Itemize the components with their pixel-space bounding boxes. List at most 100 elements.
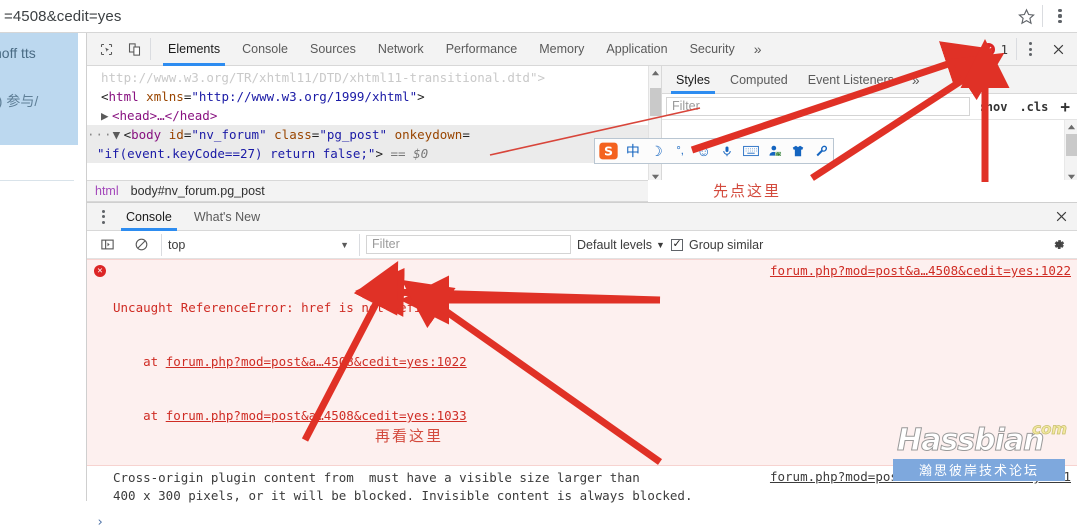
- tab-sources[interactable]: Sources: [299, 33, 367, 66]
- dom-attr-xmlns-value: "http://www.w3.org/1999/xhtml": [191, 89, 418, 104]
- user-center-icon[interactable]: 15: [763, 139, 786, 163]
- console-sidebar-icon[interactable]: [93, 231, 121, 259]
- tab-performance[interactable]: Performance: [435, 33, 529, 66]
- error-circle-icon: ✕: [982, 42, 996, 56]
- address-bar[interactable]: =4508&cedit=yes: [0, 3, 1010, 29]
- group-similar-label: Group similar: [688, 237, 764, 252]
- underlying-page-strip: noff tts . ) 参与/: [0, 33, 86, 501]
- address-bar-text: =4508&cedit=yes: [4, 7, 122, 25]
- punctuation-icon[interactable]: °,: [669, 139, 692, 163]
- scroll-down-arrow-icon[interactable]: [651, 170, 660, 180]
- console-error-stack-line-1: at forum.php?mod=post&a…4508&cedit=yes:1…: [113, 353, 1077, 371]
- tab-computed-label: Computed: [730, 72, 788, 87]
- console-settings-gear-icon[interactable]: [1045, 237, 1071, 252]
- inspect-element-icon[interactable]: [92, 35, 120, 63]
- console-context-label: top: [168, 237, 186, 252]
- chinese-mode-icon[interactable]: 中: [622, 139, 645, 163]
- tab-network-label: Network: [377, 42, 424, 56]
- devtools-more-options-icon[interactable]: [1019, 35, 1041, 63]
- sogou-logo-icon[interactable]: S: [597, 140, 621, 162]
- voice-input-icon[interactable]: [716, 139, 739, 163]
- devtools-tab-list: Elements Console Sources Network Perform…: [157, 33, 770, 66]
- styles-scroll-down-icon[interactable]: [1067, 170, 1076, 180]
- tab-console[interactable]: Console: [231, 33, 299, 66]
- console-context-selector[interactable]: top ▼: [168, 238, 353, 252]
- tab-security[interactable]: Security: [679, 33, 746, 66]
- breadcrumb-item-html[interactable]: html: [95, 184, 119, 198]
- moon-icon[interactable]: ☽: [645, 139, 668, 163]
- group-similar-checkbox[interactable]: [670, 237, 683, 251]
- styles-tabbar: Styles Computed Event Listeners »: [662, 66, 1077, 94]
- skin-icon[interactable]: [787, 139, 810, 163]
- close-devtools-icon[interactable]: [1043, 35, 1073, 63]
- close-drawer-icon[interactable]: [1045, 203, 1077, 231]
- stack-link-2[interactable]: forum.php?mod=post&a…4508&cedit=yes:1033: [166, 408, 467, 423]
- styles-filter-input[interactable]: Filter: [666, 97, 970, 116]
- drawer-tab-whats-new[interactable]: What's New: [183, 203, 271, 231]
- tab-computed[interactable]: Computed: [720, 66, 798, 94]
- browser-menu-icon[interactable]: [1043, 0, 1077, 33]
- stack-link-1[interactable]: forum.php?mod=post&a…4508&cedit=yes:1022: [166, 354, 467, 369]
- selected-node-ref: == $0: [390, 146, 429, 161]
- drawer-tab-console-label: Console: [126, 209, 172, 224]
- emoji-icon[interactable]: ☺: [692, 139, 715, 163]
- right-divider: [1016, 38, 1017, 60]
- dom-line-html[interactable]: <html xmlns="http://www.w3.org/1999/xhtm…: [87, 87, 648, 106]
- collapse-arrow-icon[interactable]: ▼: [113, 125, 124, 144]
- console-toolbar-divider-2: [359, 233, 360, 256]
- add-style-rule-button[interactable]: +: [1057, 97, 1073, 116]
- levels-chevron-down-icon: ▼: [656, 239, 665, 250]
- group-similar-toggle[interactable]: Group similar: [670, 237, 764, 252]
- soft-keyboard-icon[interactable]: [740, 139, 763, 163]
- page-divider: [0, 180, 74, 181]
- scrollbar-thumb[interactable]: [650, 88, 661, 116]
- clear-console-icon[interactable]: [127, 231, 155, 259]
- drawer-tab-whats-new-label: What's New: [193, 209, 261, 224]
- bookmark-star-icon[interactable]: [1010, 0, 1042, 33]
- console-input-prompt[interactable]: ›: [87, 509, 1077, 530]
- tab-network[interactable]: Network: [367, 33, 435, 66]
- dom-line-body[interactable]: ···▼ <body id="nv_forum" class="pg_post" …: [87, 125, 648, 144]
- scroll-up-arrow-icon[interactable]: [651, 67, 660, 76]
- console-filter-input[interactable]: Filter: [366, 235, 571, 254]
- error-count-badge[interactable]: ✕ 1: [976, 42, 1014, 57]
- tab-event-listeners[interactable]: Event Listeners: [798, 66, 904, 94]
- styles-scroll-up-icon[interactable]: [1067, 121, 1076, 130]
- hov-toggle[interactable]: :hov: [976, 100, 1011, 114]
- dom-tag-html: html: [108, 89, 139, 104]
- styles-filter-bar: Filter :hov .cls +: [662, 94, 1077, 120]
- browser-toolbar: =4508&cedit=yes: [0, 0, 1077, 33]
- more-tabs-button[interactable]: »: [746, 33, 770, 66]
- tab-event-listeners-label: Event Listeners: [807, 72, 894, 87]
- breadcrumb-item-body[interactable]: body#nv_forum.pg_post: [131, 184, 265, 198]
- tab-styles-label: Styles: [676, 72, 711, 87]
- styles-scrollbar[interactable]: [1064, 120, 1077, 180]
- toolbox-icon[interactable]: [810, 139, 833, 163]
- tab-application[interactable]: Application: [595, 33, 678, 66]
- dom-attr-xmlns: xmlns: [146, 89, 184, 104]
- expand-arrow-icon[interactable]: ▶: [101, 106, 112, 125]
- dom-tree[interactable]: http://www.w3.org/TR/xhtml11/DTD/xhtml11…: [87, 66, 648, 180]
- dom-line-head[interactable]: ▶ <head>…</head>: [87, 106, 648, 125]
- tabbar-divider: [150, 38, 151, 60]
- tab-elements[interactable]: Elements: [157, 33, 231, 66]
- cls-toggle[interactable]: .cls: [1016, 100, 1051, 114]
- dom-attr-id: id: [168, 127, 184, 142]
- elements-panel: http://www.w3.org/TR/xhtml11/DTD/xhtml11…: [87, 66, 1077, 180]
- styles-scrollbar-thumb[interactable]: [1066, 134, 1077, 156]
- svg-text:S: S: [604, 144, 613, 159]
- device-toolbar-icon[interactable]: [120, 35, 148, 63]
- chevron-down-icon: ▼: [340, 239, 349, 250]
- dom-line-body-continued[interactable]: "if(event.keyCode==27) return false;"> =…: [87, 144, 648, 163]
- tab-styles[interactable]: Styles: [666, 66, 720, 94]
- drawer-more-options-icon[interactable]: [91, 203, 115, 231]
- sogou-ime-toolbar[interactable]: S 中 ☽ °, ☺ 15: [594, 138, 834, 164]
- dom-line-doctype: http://www.w3.org/TR/xhtml11/DTD/xhtml11…: [101, 70, 546, 85]
- styles-more-tabs-button[interactable]: »: [904, 72, 928, 88]
- console-error-source-link[interactable]: forum.php?mod=post&a…4508&cedit=yes:1022: [770, 263, 1071, 278]
- tab-memory[interactable]: Memory: [528, 33, 595, 66]
- drawer-tab-console[interactable]: Console: [115, 203, 183, 231]
- watermark-tld: com: [1032, 420, 1068, 439]
- console-log-levels-selector[interactable]: Default levels ▼: [577, 238, 665, 252]
- tab-sources-label: Sources: [309, 42, 356, 56]
